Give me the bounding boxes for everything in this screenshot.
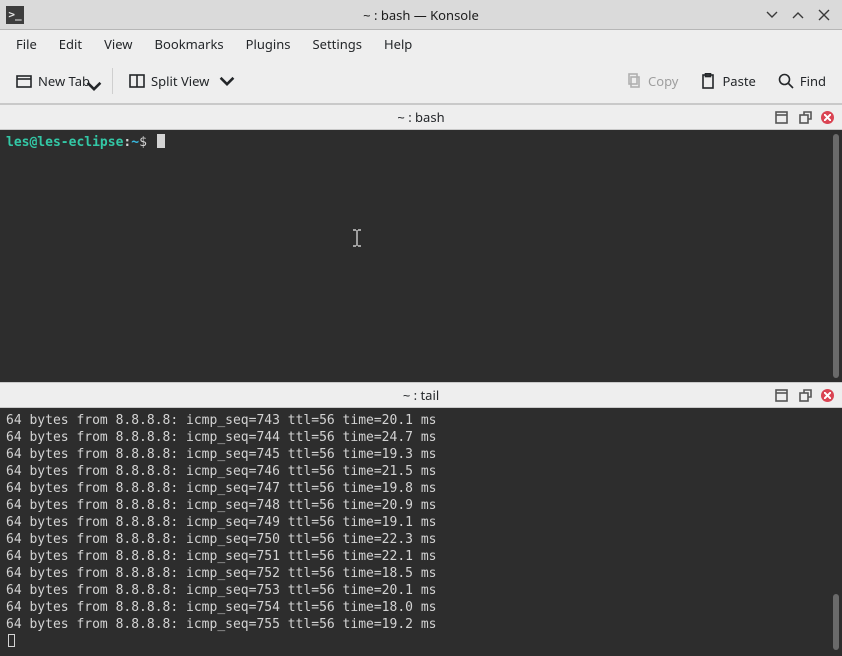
detach-pane-icon[interactable]	[797, 109, 813, 125]
find-button[interactable]: Find	[770, 66, 834, 96]
cursor	[8, 634, 15, 647]
pane-title-top: ~ : bash	[0, 108, 842, 126]
pane-top: ~ : bash les@les-eclipse:~$	[0, 104, 842, 382]
new-tab-icon	[16, 73, 32, 89]
toolbar-separator	[112, 68, 113, 94]
toolbar: New Tab Split View Copy Paste Find	[0, 58, 842, 104]
split-container: ~ : bash les@les-eclipse:~$ ~ : t	[0, 104, 842, 656]
maximize-pane-icon[interactable]	[773, 387, 789, 403]
pane-bottom: ~ : tail 64 bytes from 8.8.8.8: icmp_seq…	[0, 382, 842, 656]
menu-view[interactable]: View	[94, 31, 142, 57]
detach-pane-icon[interactable]	[797, 387, 813, 403]
prompt-user: les@les-eclipse	[6, 135, 123, 150]
paste-icon	[700, 73, 716, 89]
close-pane-button[interactable]	[821, 389, 834, 402]
maximize-pane-icon[interactable]	[773, 109, 789, 125]
search-icon	[778, 73, 794, 89]
chevron-down-icon	[86, 78, 102, 94]
terminal-line: 64 bytes from 8.8.8.8: icmp_seq=753 ttl=…	[6, 582, 836, 599]
close-button[interactable]	[816, 7, 832, 23]
menu-file[interactable]: File	[6, 31, 47, 57]
copy-button: Copy	[618, 66, 686, 96]
terminal-line: 64 bytes from 8.8.8.8: icmp_seq=743 ttl=…	[6, 412, 836, 429]
app-icon: >_	[6, 6, 24, 24]
terminal-line: 64 bytes from 8.8.8.8: icmp_seq=750 ttl=…	[6, 531, 836, 548]
menu-settings[interactable]: Settings	[303, 31, 372, 57]
cursor	[157, 134, 165, 148]
scrollbar[interactable]	[833, 594, 839, 650]
terminal-line: 64 bytes from 8.8.8.8: icmp_seq=744 ttl=…	[6, 429, 836, 446]
menu-bookmarks[interactable]: Bookmarks	[145, 31, 234, 57]
pane-header-bottom[interactable]: ~ : tail	[0, 382, 842, 408]
paste-label: Paste	[722, 72, 755, 90]
terminal-line: 64 bytes from 8.8.8.8: icmp_seq=751 ttl=…	[6, 548, 836, 565]
find-label: Find	[800, 72, 826, 90]
prompt-dollar: $	[139, 135, 147, 150]
titlebar[interactable]: >_ ~ : bash — Konsole	[0, 0, 842, 30]
terminal-line: 64 bytes from 8.8.8.8: icmp_seq=745 ttl=…	[6, 446, 836, 463]
menu-help[interactable]: Help	[374, 31, 422, 57]
pane-header-top[interactable]: ~ : bash	[0, 104, 842, 130]
split-view-label: Split View	[151, 72, 209, 90]
close-pane-button[interactable]	[821, 111, 834, 124]
new-tab-label: New Tab	[38, 72, 90, 90]
split-view-button[interactable]: Split View	[121, 66, 243, 96]
split-view-icon	[129, 73, 145, 89]
terminal-bottom[interactable]: 64 bytes from 8.8.8.8: icmp_seq=743 ttl=…	[0, 408, 842, 656]
minimize-button[interactable]	[764, 7, 780, 23]
menubar: File Edit View Bookmarks Plugins Setting…	[0, 30, 842, 58]
terminal-line: 64 bytes from 8.8.8.8: icmp_seq=749 ttl=…	[6, 514, 836, 531]
copy-icon	[626, 73, 642, 89]
terminal-line: 64 bytes from 8.8.8.8: icmp_seq=752 ttl=…	[6, 565, 836, 582]
prompt-path: ~	[131, 135, 139, 150]
new-tab-button[interactable]: New Tab	[8, 66, 104, 96]
chevron-down-icon	[219, 73, 235, 89]
copy-label: Copy	[648, 72, 678, 90]
terminal-line: 64 bytes from 8.8.8.8: icmp_seq=746 ttl=…	[6, 463, 836, 480]
paste-button[interactable]: Paste	[692, 66, 763, 96]
text-cursor-ibeam	[288, 212, 300, 230]
terminal-top[interactable]: les@les-eclipse:~$	[0, 130, 842, 382]
scrollbar[interactable]	[833, 134, 839, 378]
menu-plugins[interactable]: Plugins	[236, 31, 301, 57]
menu-edit[interactable]: Edit	[49, 31, 92, 57]
maximize-button[interactable]	[790, 7, 806, 23]
pane-title-bottom: ~ : tail	[0, 386, 842, 404]
terminal-line: 64 bytes from 8.8.8.8: icmp_seq=754 ttl=…	[6, 599, 836, 616]
terminal-line: 64 bytes from 8.8.8.8: icmp_seq=748 ttl=…	[6, 497, 836, 514]
terminal-line: 64 bytes from 8.8.8.8: icmp_seq=747 ttl=…	[6, 480, 836, 497]
terminal-line: 64 bytes from 8.8.8.8: icmp_seq=755 ttl=…	[6, 616, 836, 633]
window-title: ~ : bash — Konsole	[0, 6, 842, 24]
